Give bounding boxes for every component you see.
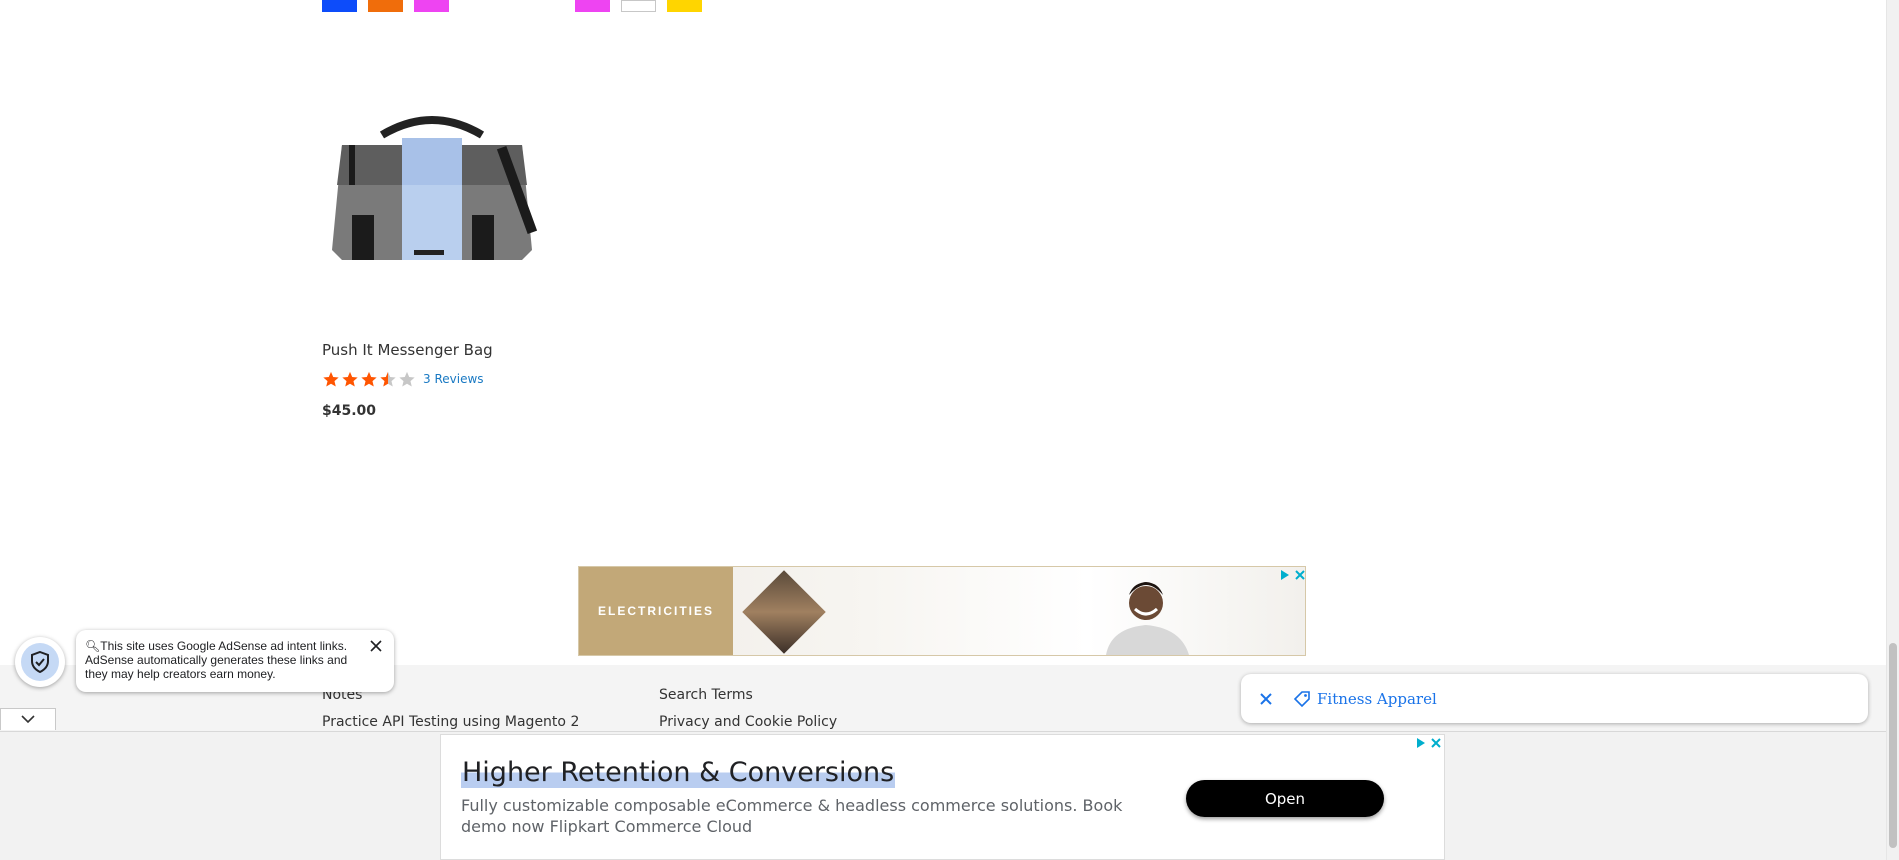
product-price: $45.00 bbox=[322, 403, 377, 419]
shield-check-icon bbox=[21, 643, 59, 681]
search-icon: 🔍︎ bbox=[85, 639, 101, 653]
rating-stars bbox=[322, 371, 417, 388]
banner-brand-logo: ELECTRICITIES bbox=[579, 567, 733, 655]
product-rating: 3 Reviews bbox=[322, 370, 484, 388]
adsense-shield-button[interactable] bbox=[15, 637, 65, 687]
scrollbar-thumb[interactable] bbox=[1889, 643, 1897, 848]
banner-brand-text: ELECTRICITIES bbox=[597, 604, 714, 618]
product-name-link[interactable]: Push It Messenger Bag bbox=[322, 341, 493, 359]
reviews-link[interactable]: 3 Reviews bbox=[423, 372, 484, 386]
star-filled-icon bbox=[342, 371, 358, 386]
star-half-icon bbox=[380, 371, 396, 386]
anchor-ad[interactable]: Higher Retention & Conversions Fully cus… bbox=[440, 734, 1445, 860]
banner-ad[interactable]: ELECTRICITIES bbox=[578, 566, 1306, 656]
star-empty-icon bbox=[399, 371, 415, 386]
adchoices-icon[interactable] bbox=[1415, 737, 1427, 749]
ad-open-button[interactable]: Open bbox=[1186, 780, 1384, 817]
page-scrollbar[interactable] bbox=[1886, 0, 1899, 860]
footer-link-api-testing[interactable]: Practice API Testing using Magento 2 bbox=[322, 714, 579, 730]
adsense-notice: 🔍︎This site uses Google AdSense ad inten… bbox=[76, 630, 394, 692]
messenger-bag-image bbox=[332, 116, 538, 260]
close-icon[interactable] bbox=[1259, 692, 1273, 706]
ad-description: Fully customizable composable eCommerce … bbox=[461, 796, 1123, 836]
ad-choices[interactable] bbox=[1415, 737, 1442, 749]
footer-link-search-terms[interactable]: Search Terms bbox=[659, 687, 753, 703]
close-icon[interactable] bbox=[370, 640, 382, 652]
swatch-yellow[interactable] bbox=[667, 0, 702, 12]
swatch-white[interactable] bbox=[621, 0, 656, 12]
close-icon[interactable] bbox=[1294, 569, 1306, 581]
banner-person-image bbox=[1106, 582, 1189, 655]
collapse-ad-button[interactable] bbox=[0, 708, 56, 730]
ad-choices[interactable] bbox=[1279, 569, 1306, 581]
swatch-orange[interactable] bbox=[368, 0, 403, 12]
adsense-notice-text: This site uses Google AdSense ad intent … bbox=[85, 639, 348, 681]
ad-intent-chip[interactable]: Fitness Apparel bbox=[1241, 674, 1868, 723]
tag-icon bbox=[1293, 690, 1310, 707]
banner-photo-diamond bbox=[742, 570, 826, 654]
swatch-blue[interactable] bbox=[322, 0, 357, 12]
swatch-purple[interactable] bbox=[414, 0, 449, 12]
chevron-down-icon bbox=[21, 715, 35, 724]
product-image-link[interactable] bbox=[322, 100, 542, 300]
footer-link-privacy-policy[interactable]: Privacy and Cookie Policy bbox=[659, 714, 837, 730]
ad-headline[interactable]: Higher Retention & Conversions bbox=[461, 757, 896, 788]
swatch-purple[interactable] bbox=[575, 0, 610, 12]
star-filled-icon bbox=[361, 371, 377, 386]
intent-chip-label[interactable]: Fitness Apparel bbox=[1317, 690, 1437, 708]
star-filled-icon bbox=[323, 371, 339, 386]
close-icon[interactable] bbox=[1430, 737, 1442, 749]
adchoices-icon[interactable] bbox=[1279, 569, 1291, 581]
